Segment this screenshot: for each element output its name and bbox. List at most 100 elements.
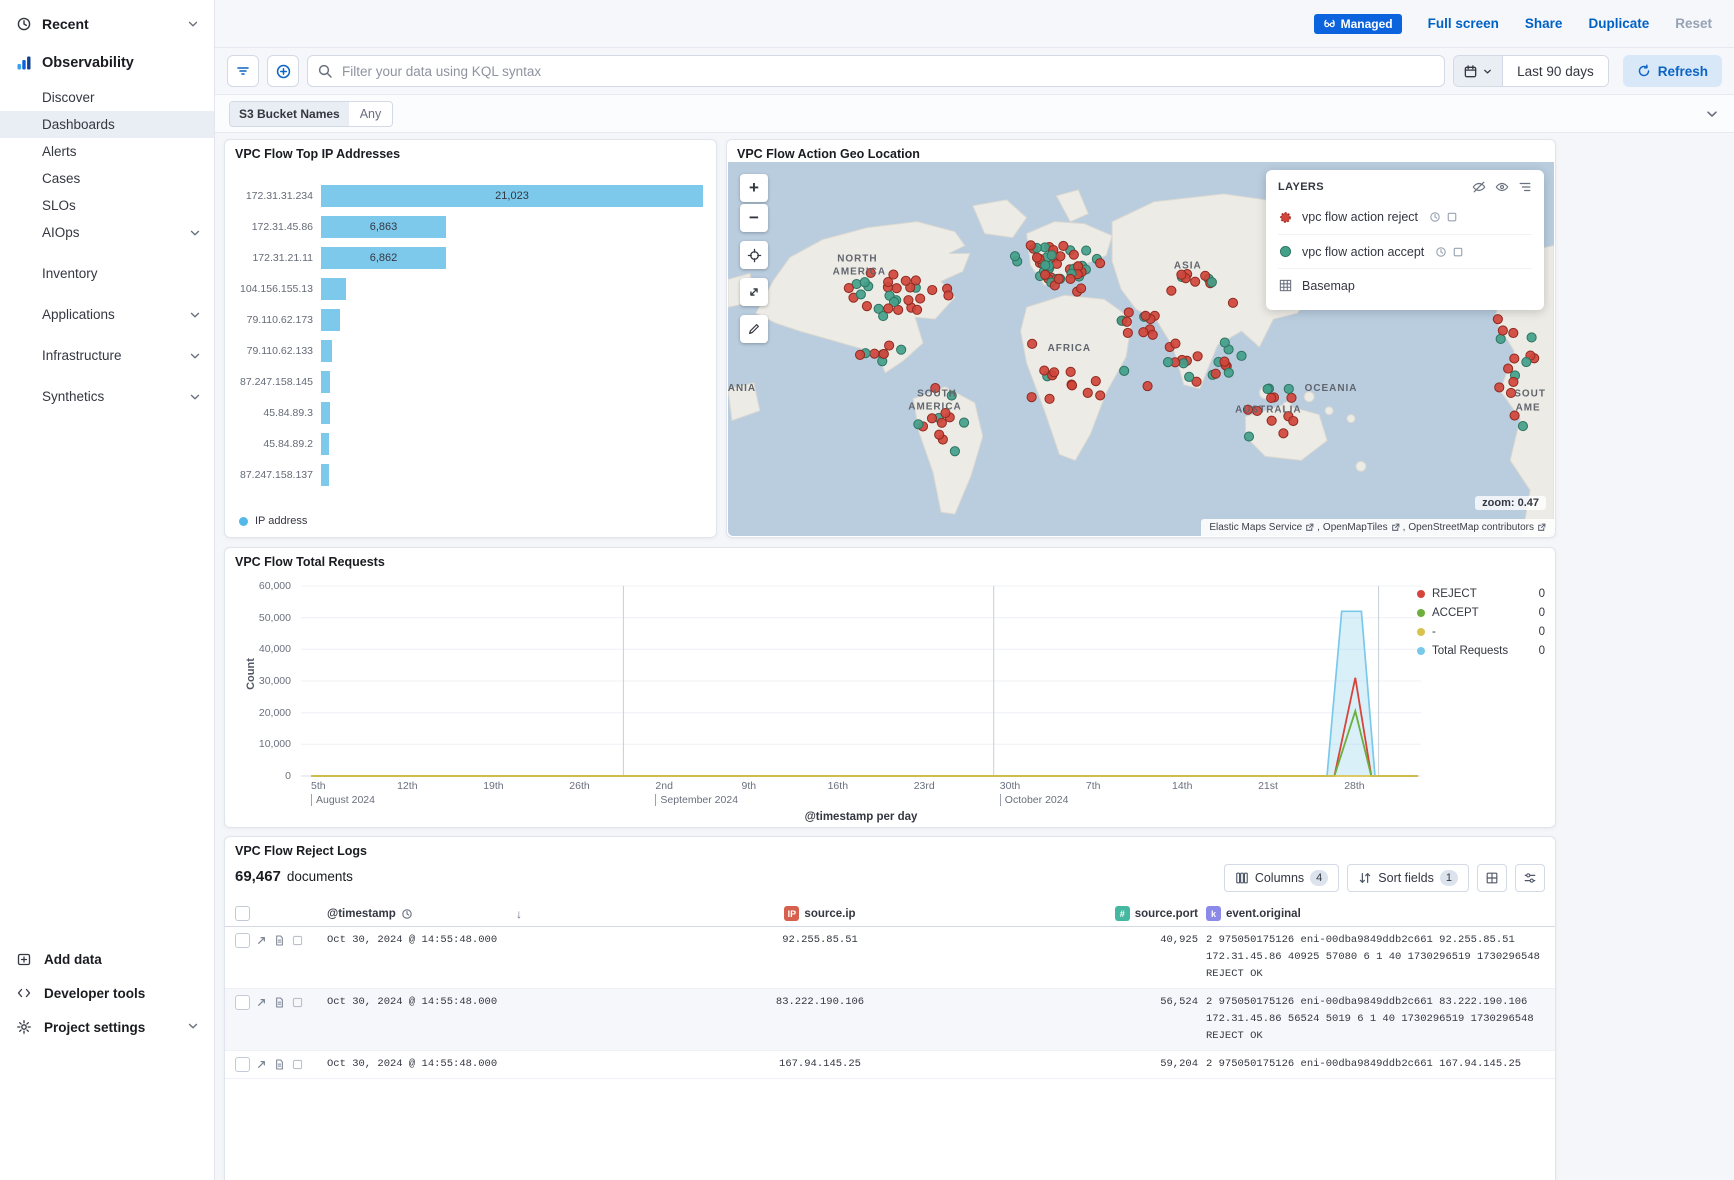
- row-checkbox[interactable]: [235, 933, 250, 948]
- compare-document-icon[interactable]: [291, 996, 304, 1009]
- refresh-button[interactable]: Refresh: [1623, 55, 1722, 87]
- line-chart[interactable]: [301, 586, 1421, 776]
- expand-map-button[interactable]: [740, 278, 768, 306]
- search-input[interactable]: [307, 55, 1445, 87]
- view-document-icon[interactable]: [273, 1058, 286, 1071]
- bar[interactable]: [321, 402, 330, 424]
- expand-row-icon[interactable]: [255, 934, 268, 947]
- draw-tools-button[interactable]: [740, 315, 768, 343]
- fullscreen-button[interactable]: Full screen: [1428, 16, 1499, 31]
- top-ips-chart[interactable]: 172.31.31.23421,023172.31.45.866,863172.…: [233, 180, 708, 490]
- legend-item[interactable]: -0: [1417, 622, 1545, 641]
- duplicate-button[interactable]: Duplicate: [1588, 16, 1649, 31]
- field-type-keyword-icon: k: [1206, 906, 1221, 921]
- bar[interactable]: 6,863: [321, 216, 446, 238]
- legend-item[interactable]: REJECT0: [1417, 584, 1545, 603]
- zoom-out-button[interactable]: −: [740, 204, 768, 232]
- column-header-timestamp[interactable]: @timestamp↓: [327, 907, 522, 921]
- calendar-button[interactable]: [1454, 56, 1503, 86]
- svg-text:AFRICA: AFRICA: [1048, 343, 1092, 354]
- reset-button[interactable]: Reset: [1675, 16, 1712, 31]
- layer-order-icon[interactable]: [1518, 180, 1532, 194]
- y-tick-label: 10,000: [259, 738, 291, 750]
- bar[interactable]: [321, 464, 329, 486]
- add-filter-button[interactable]: [267, 55, 299, 87]
- x-tick-label: 5thAugust 2024: [311, 780, 375, 806]
- row-checkbox[interactable]: [235, 995, 250, 1010]
- cell-source-ip: 92.255.85.51: [530, 932, 1110, 983]
- saved-query-menu-button[interactable]: [227, 55, 259, 87]
- sidebar-item-alerts[interactable]: Alerts: [0, 138, 214, 165]
- reject-layer-icon: [1278, 210, 1293, 225]
- attribution-link[interactable]: OpenMapTiles: [1323, 522, 1400, 533]
- panel-vpc-flow-reject-logs: VPC Flow Reject Logs 69,467 documents Co…: [224, 836, 1556, 1180]
- sidebar-item-cases[interactable]: Cases: [0, 165, 214, 192]
- bar[interactable]: [321, 278, 346, 300]
- sidebar-item-synthetics[interactable]: Synthetics: [0, 383, 214, 410]
- svg-text:AME: AME: [1516, 403, 1541, 414]
- sidebar-item-applications[interactable]: Applications: [0, 301, 214, 328]
- expand-row-icon[interactable]: [255, 1058, 268, 1071]
- sidebar-item-inventory[interactable]: Inventory: [0, 260, 214, 287]
- recent-label: Recent: [42, 16, 89, 32]
- eye-off-icon[interactable]: [1472, 180, 1486, 194]
- row-checkbox[interactable]: [235, 1057, 250, 1072]
- legend-dot: [1417, 647, 1425, 655]
- column-header-source-ip[interactable]: IPsource.ip: [530, 906, 1110, 921]
- legend-item[interactable]: ACCEPT0: [1417, 603, 1545, 622]
- search-box: [307, 55, 1445, 87]
- layer-row-vpc-flow-action-accept[interactable]: vpc flow action accept: [1278, 234, 1532, 268]
- compare-document-icon[interactable]: [291, 934, 304, 947]
- expand-row-icon[interactable]: [255, 996, 268, 1009]
- managed-badge[interactable]: Managed: [1314, 14, 1402, 34]
- sort-direction-icon[interactable]: ↓: [516, 907, 522, 921]
- eye-icon[interactable]: [1495, 180, 1509, 194]
- bar[interactable]: 21,023: [321, 185, 703, 207]
- row-settings-button[interactable]: [1515, 864, 1545, 892]
- time-range-button[interactable]: Last 90 days: [1503, 56, 1608, 86]
- select-all-checkbox[interactable]: [235, 906, 250, 921]
- view-document-icon[interactable]: [273, 996, 286, 1009]
- column-header-source-port[interactable]: #source.port: [1118, 906, 1198, 921]
- layer-row-basemap[interactable]: Basemap: [1278, 268, 1532, 302]
- bar[interactable]: [321, 371, 330, 393]
- sidebar-item-recent[interactable]: Recent: [0, 0, 214, 42]
- bar-legend-item[interactable]: IP address: [239, 515, 307, 527]
- attribution-link[interactable]: Elastic Maps Service: [1209, 522, 1314, 533]
- sidebar-item-developer-tools[interactable]: Developer tools: [0, 976, 214, 1010]
- map-canvas[interactable]: NORTHAMERICASOUTHAMERICAAFRICAASIAOCEANI…: [728, 162, 1554, 536]
- display-options-button[interactable]: [1477, 864, 1507, 892]
- filter-s3-bucket-names[interactable]: S3 Bucket Names Any: [229, 101, 393, 127]
- view-document-icon[interactable]: [273, 934, 286, 947]
- bar-row: 79.110.62.173: [233, 304, 708, 335]
- sidebar-item-infrastructure[interactable]: Infrastructure: [0, 342, 214, 369]
- bar[interactable]: 6,862: [321, 247, 446, 269]
- cell-timestamp: Oct 30, 2024 @ 14:55:48.000: [327, 994, 522, 1045]
- sidebar-item-slos[interactable]: SLOs: [0, 192, 214, 219]
- zoom-in-button[interactable]: +: [740, 174, 768, 202]
- sidebar-item-discover[interactable]: Discover: [0, 84, 214, 111]
- compare-document-icon[interactable]: [291, 1058, 304, 1071]
- line-legend: REJECT0ACCEPT0-0Total Requests0: [1417, 584, 1545, 660]
- share-button[interactable]: Share: [1525, 16, 1563, 31]
- sidebar-item-add-data[interactable]: Add data: [0, 942, 214, 976]
- bar-category-label: 45.84.89.2: [233, 438, 321, 450]
- bar-category-label: 87.247.158.137: [233, 469, 321, 481]
- columns-button[interactable]: Columns 4: [1224, 864, 1339, 892]
- sidebar-item-project-settings[interactable]: Project settings: [0, 1010, 214, 1044]
- sidebar-solution-observability[interactable]: Observability: [0, 42, 214, 84]
- x-tick-label: 23rd: [914, 780, 935, 792]
- sidebar-item-dashboards[interactable]: Dashboards: [0, 111, 214, 138]
- column-header-event-original[interactable]: kevent.original: [1206, 906, 1545, 921]
- sidebar-item-aiops[interactable]: AIOps: [0, 219, 214, 246]
- bar[interactable]: [321, 309, 340, 331]
- sort-fields-button[interactable]: Sort fields 1: [1347, 864, 1469, 892]
- layer-row-vpc-flow-action-reject[interactable]: vpc flow action reject: [1278, 200, 1532, 234]
- filter-collapse-chevron-icon[interactable]: [1704, 106, 1720, 122]
- locate-button[interactable]: [740, 241, 768, 269]
- bar-category-label: 45.84.89.3: [233, 407, 321, 419]
- attribution-link[interactable]: OpenStreetMap contributors: [1408, 522, 1546, 533]
- bar[interactable]: [321, 340, 332, 362]
- legend-item[interactable]: Total Requests0: [1417, 641, 1545, 660]
- bar[interactable]: [321, 433, 329, 455]
